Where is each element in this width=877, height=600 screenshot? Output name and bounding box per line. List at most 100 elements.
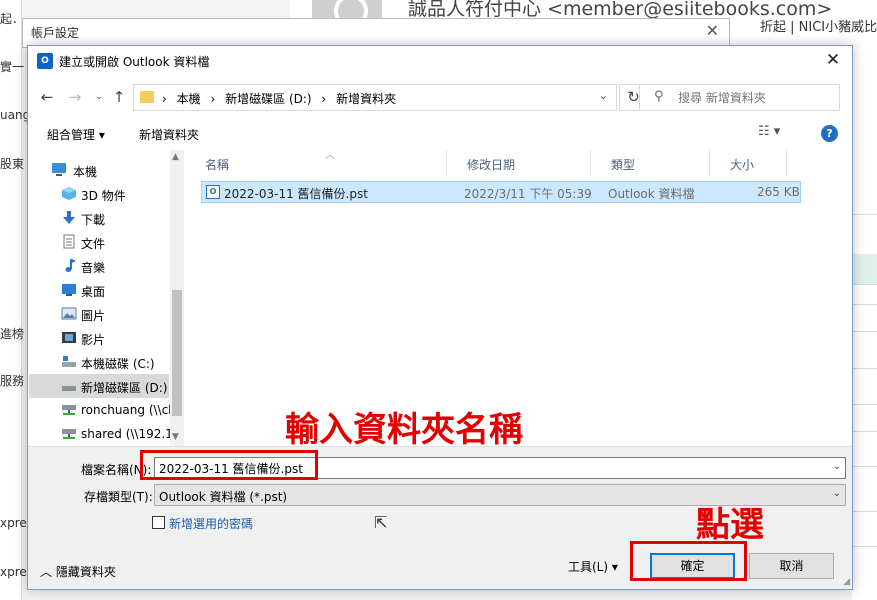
dialog-title: 建立或開啟 Outlook 資料檔 [59,55,210,69]
cancel-button[interactable]: 取消 [749,553,834,579]
breadcrumb-item[interactable]: 本機 [177,92,201,106]
breadcrumb-sep: › [321,92,327,106]
nav-item-this-pc[interactable]: 本機 [29,158,169,182]
filetype-value: Outlook 資料檔 (*.pst) [159,490,288,504]
bg-divider [852,284,877,285]
command-bar: 組合管理 ▾ 新增資料夾 ☷ ▾ ? [28,118,852,148]
annotation-click: 點選 [696,505,764,545]
bg-fragment: uang [0,108,31,122]
search-icon: ⚲ [654,89,664,104]
help-icon[interactable]: ? [821,125,838,142]
nav-item-pictures[interactable]: 圖片 [29,302,169,326]
nav-item-label: 下載 [81,213,106,227]
desktop-icon [62,284,76,296]
password-checkbox[interactable] [152,516,165,529]
column-header-type[interactable]: 類型 [591,150,710,176]
nav-scrollbar[interactable]: ▲ ▼ [170,150,184,446]
cube-icon [62,187,76,200]
annotation-type-name: 輸入資料夾名稱 [285,410,523,450]
ok-highlight-box [630,541,747,581]
nav-item-network-ronchuang[interactable]: ronchuang (\\cl [29,398,172,422]
view-options-icon[interactable]: ☷ ▾ [758,124,780,139]
network-drive-icon [62,429,76,439]
scroll-down-icon[interactable]: ▼ [172,432,179,442]
nav-item-drive-c[interactable]: 本機磁碟 (C:) [29,350,169,374]
search-box[interactable]: ⚲ [639,84,840,111]
column-header-size[interactable]: 大小 [710,150,787,176]
search-input[interactable] [678,88,833,107]
drive-icon [62,356,76,367]
navigation-bar: ← → ⌄ ↑ › 本機 › 新增磁碟區 (D:) › 新增資料夾 ⌄ ↻ ⚲ [28,80,852,114]
nav-item-label: 文件 [81,237,106,251]
nav-item-music[interactable]: 音樂 [29,254,169,278]
breadcrumb-item[interactable]: 新增磁碟區 (D:) [225,92,311,106]
chevron-down-icon[interactable]: ⌄ [599,89,608,102]
bg-fragment: 服務 [0,374,25,388]
filetype-label: 存檔類型(T): [84,490,153,504]
background-message-list: 起． 實一 uang 股東 進榜 服務 xpre xpres [0,0,33,600]
column-header-date[interactable]: 修改日期 [447,150,591,176]
bg-divider [852,331,877,332]
filename-highlight-box [140,450,318,480]
drive-icon [62,386,76,391]
nav-item-label: 音樂 [81,261,106,275]
screen: 起． 實一 uang 股東 進榜 服務 xpre xpres 誠品人符付中心 <… [0,0,877,600]
bg-divider [852,368,877,369]
breadcrumb-item[interactable]: 新增資料夾 [336,92,396,106]
bg-divider [852,511,877,512]
nav-item-downloads[interactable]: 下載 [29,206,169,230]
up-arrow-icon[interactable]: ↑ [110,88,128,106]
tools-button[interactable]: 工具(L) ▾ [568,558,618,575]
new-folder-button[interactable]: 新增資料夾 [139,126,199,143]
close-button[interactable]: ✕ [822,49,844,71]
file-size: 265 KB [757,185,800,199]
nav-item-label: 影片 [81,333,106,347]
bg-divider [852,546,877,547]
nav-item-videos[interactable]: 影片 [29,326,169,350]
organize-button[interactable]: 組合管理 ▾ [47,126,105,143]
nav-item-documents[interactable]: 文件 [29,230,169,254]
scrollbar-thumb[interactable] [172,290,182,416]
column-header-name[interactable]: 名稱 [185,150,447,176]
music-icon [65,259,76,272]
nav-item-drive-d[interactable]: 新增磁碟區 (D:) [29,374,169,398]
table-row[interactable]: O 2022-03-11 舊信備份.pst 2022/3/11 下午 05:39… [201,181,801,203]
bg-selected-row [852,254,877,284]
nav-item-desktop[interactable]: 桌面 [29,278,169,302]
nav-item-network-shared[interactable]: shared (\\192.1 [29,422,173,446]
resize-grip-icon[interactable]: ◢ [843,577,850,587]
folder-icon [140,91,154,103]
nav-item-label: 本機磁碟 (C:) [81,357,155,371]
nav-item-label: shared (\\192.1 [81,427,173,441]
back-arrow-icon[interactable]: ← [38,88,56,106]
nav-item-3d-objects[interactable]: 3D 物件 [29,182,169,206]
outlook-data-file-icon: O [206,185,220,199]
bg-divider [852,404,877,405]
file-date: 2022/3/11 下午 05:39 [464,187,592,201]
breadcrumb-sep: › [162,92,167,106]
nav-item-label: 桌面 [81,285,106,299]
recent-locations-icon[interactable]: ⌄ [90,88,108,106]
address-bar[interactable]: › 本機 › 新增磁碟區 (D:) › 新增資料夾 ⌄ [133,84,617,111]
bg-divider [852,431,877,432]
scroll-up-icon[interactable]: ▲ [172,152,179,162]
computer-icon [52,163,66,176]
navigation-pane: 本機 3D 物件 下載 文件 音樂 桌面 圖片 影片 本機磁碟 (C:) 新增磁… [29,150,183,446]
file-type: Outlook 資料檔 [608,187,695,201]
chevron-down-icon[interactable]: ⌄ [833,461,841,472]
bg-fragment: 起． [0,12,25,26]
video-icon [62,332,76,343]
outlook-icon: O [37,53,53,69]
bg-divider [852,304,877,305]
close-icon[interactable]: ✕ [706,21,719,40]
breadcrumb: › 本機 › 新增磁碟區 (D:) › 新增資料夾 [162,90,402,107]
forward-arrow-icon[interactable]: → [66,88,84,106]
hide-folders-label: 隱藏資料夾 [55,565,116,579]
hide-folders-button[interactable]: ︿ 隱藏資料夾 [40,563,116,580]
file-name: 2022-03-11 舊信備份.pst [224,187,368,201]
account-settings-dialog: 帳戶設定 ✕ [22,18,730,48]
nav-item-label: 新增磁碟區 (D:) [81,381,168,395]
nav-item-label: ronchuang (\\cl [81,403,172,417]
password-checkbox-label[interactable]: 新增選用的密碼 [169,515,253,532]
breadcrumb-sep: › [210,92,216,106]
